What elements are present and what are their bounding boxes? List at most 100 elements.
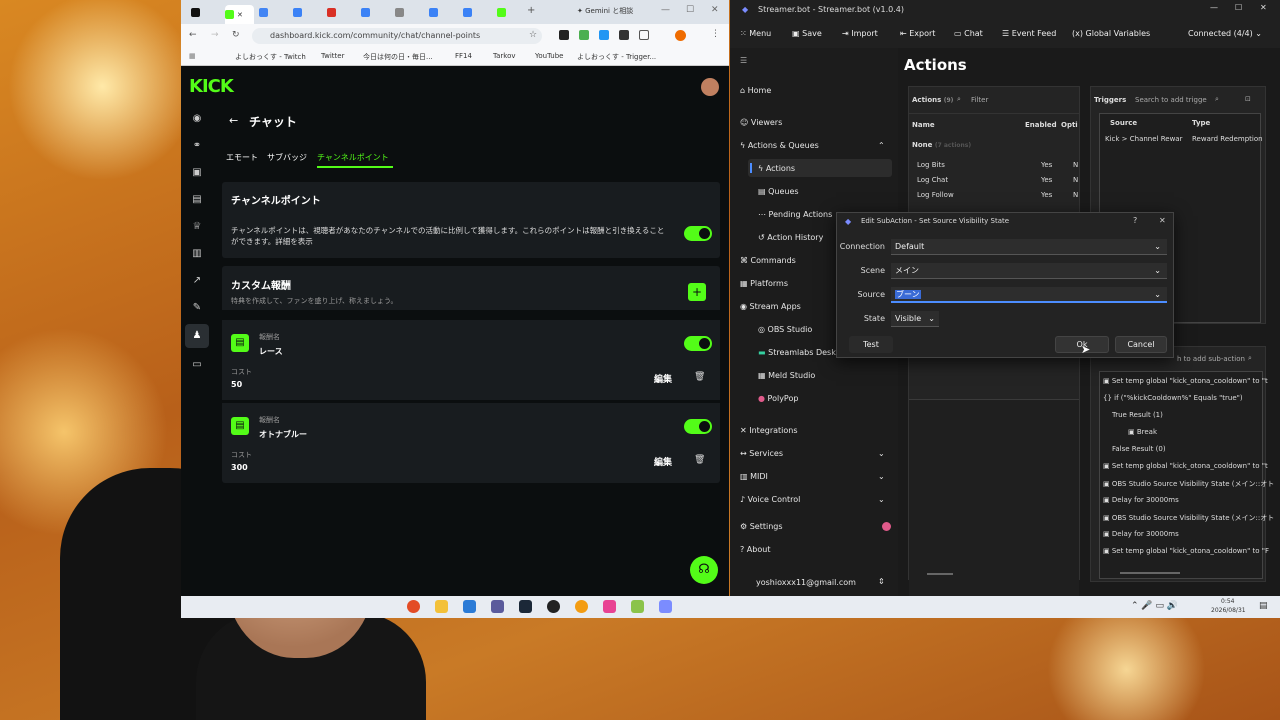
action-name[interactable]: Log Bits [917,161,945,169]
close-icon[interactable]: ✕ [1260,3,1267,12]
bookmark[interactable]: よしおっくす - Twitch [235,52,306,62]
notification-icon[interactable]: ▤ [1259,601,1268,611]
filter-input[interactable]: Filter [971,96,988,104]
maximize-icon[interactable]: ☐ [1235,3,1242,12]
sidebar-item-meld-studio[interactable]: ▦ Meld Studio [758,371,815,380]
sidebar-item-settings[interactable]: ⚙ Settings [740,522,783,531]
sidebar-item-viewers[interactable]: ☺ Viewers [740,118,782,127]
clock-date[interactable]: 2026/08/31 [1211,607,1246,614]
import-button[interactable]: ⇥ Import [842,29,878,38]
clock-time[interactable]: 0:54 [1221,598,1234,605]
col-source[interactable]: Source [1110,119,1137,127]
subaction-item[interactable]: ▣ Delay for 30000ms [1103,530,1179,538]
trophy-icon[interactable]: ♕ [191,221,203,233]
sidebar-item-services[interactable]: ↔ Services [740,449,783,458]
tab[interactable] [327,5,356,19]
connection-select[interactable]: Default ⌄ [891,239,1167,255]
col-options[interactable]: Opti [1061,121,1078,129]
tab-active[interactable]: ✕ [225,5,254,24]
sidebar-item-obs-studio[interactable]: ◎ OBS Studio [758,325,812,334]
subaction-item[interactable]: ▣ Break [1128,428,1157,436]
sidebar-item-midi[interactable]: ▥ MIDI [740,472,768,481]
link-icon[interactable]: ⚭ [191,140,203,152]
chevron-updown-icon[interactable]: ⇕ [878,577,885,586]
state-select[interactable]: Visible ⌄ [891,311,939,327]
subaction-search-input[interactable]: h to add sub-action [1177,355,1245,363]
help-icon[interactable]: ? [1133,216,1137,225]
reward-toggle[interactable] [684,336,712,351]
sidebar-item-streamlabs[interactable]: ▬ Streamlabs Desk [758,348,836,357]
tray-icons[interactable]: ⌃ 🎤 ▭ 🔊 [1131,601,1178,611]
chevron-up-icon[interactable]: ⌃ [878,141,885,150]
app-icon[interactable] [603,600,616,613]
subaction-item[interactable]: ▣ Set temp global "kick_otona_cooldown" … [1103,547,1269,555]
close-icon[interactable]: ✕ [711,5,719,15]
wallet-icon[interactable]: ▭ [191,359,203,371]
app-icon[interactable] [491,600,504,613]
trigger-type[interactable]: Reward Redemption [1192,135,1263,143]
subaction-item[interactable]: {} if ("%kickCooldown%" Equals "true") [1103,394,1243,402]
forward-icon[interactable]: → [211,30,219,40]
channel-points-toggle[interactable] [684,226,712,241]
home-icon[interactable]: ◉ [191,113,203,125]
col-name[interactable]: Name [912,121,935,129]
hamburger-icon[interactable]: ☰ [740,56,747,65]
tab[interactable] [191,5,220,19]
sidebar-item-stream-apps[interactable]: ◉ Stream Apps [740,302,801,311]
sidebar-item-polypop[interactable]: ● PolyPop [758,394,798,403]
chat-button[interactable]: ▭ Chat [954,29,983,38]
help-chat-button[interactable]: ☊ [690,556,718,584]
more-icon[interactable]: ⋮ [711,29,720,39]
subaction-item[interactable]: False Result (0) [1112,445,1166,453]
media-icon[interactable]: ▤ [191,194,203,206]
sidebar-item-integrations[interactable]: ✕ Integrations [740,426,798,435]
subaction-item[interactable]: ▣ Set temp global "kick_otona_cooldown" … [1103,462,1268,470]
trigger-source[interactable]: Kick > Channel Rewar [1105,135,1182,143]
chart-icon[interactable]: ↗ [191,275,203,287]
account-email[interactable]: yoshioxxx11@gmail.com [756,578,856,587]
sidebar-item-home[interactable]: ⌂ Home [740,86,771,95]
scrollbar[interactable] [1120,572,1180,574]
back-icon[interactable]: ← [189,30,197,40]
chrome-icon[interactable] [407,600,420,613]
add-reward-button[interactable]: + [688,283,706,301]
tab[interactable] [429,5,458,19]
trash-icon[interactable]: 🗑 [694,372,705,382]
streamerbot-icon[interactable] [659,600,672,613]
new-tab-button[interactable]: + [527,5,535,16]
subaction-item[interactable]: ▣ Set temp global "kick_otona_cooldown" … [1103,377,1268,385]
bookmark[interactable]: よしおっくす - Trigger... [577,52,656,62]
extension-icon[interactable] [579,30,589,40]
extension-icon[interactable] [619,30,629,40]
vscode-icon[interactable] [463,600,476,613]
profile-icon[interactable] [675,30,686,41]
extension-icon[interactable] [639,30,649,40]
sidebar-item-platforms[interactable]: ▦ Platforms [740,279,788,288]
sidebar-item-about[interactable]: ? About [740,545,770,554]
trash-icon[interactable]: 🗑 [694,455,705,465]
tab[interactable] [395,5,424,19]
folder-icon[interactable] [435,600,448,613]
col-type[interactable]: Type [1192,119,1210,127]
action-name[interactable]: Log Chat [917,176,948,184]
bookmark[interactable]: FF14 [455,52,472,60]
test-button[interactable]: Test [849,336,893,353]
obs-icon[interactable] [547,600,560,613]
cancel-button[interactable]: Cancel [1115,336,1167,353]
app-icon[interactable] [631,600,644,613]
subaction-item[interactable]: ▣ OBS Studio Source Visibility State (メイ… [1103,513,1274,523]
app-icon[interactable] [575,600,588,613]
settings-icon[interactable]: ⊡ [1245,95,1251,103]
sidebar-item-commands[interactable]: ⌘ Commands [740,256,796,265]
tab-gemini[interactable]: ✦ Gemini と相談 [577,6,633,16]
action-name[interactable]: Log Follow [917,191,954,199]
sidebar-item-queues[interactable]: ▤ Queues [758,187,799,196]
maximize-icon[interactable]: ☐ [686,5,694,15]
window-icon[interactable]: ▣ [191,167,203,179]
tools-icon[interactable]: ✎ [191,302,203,314]
reward-toggle[interactable] [684,419,712,434]
scrollbar[interactable] [927,573,953,575]
apps-icon[interactable]: ▦ [189,52,196,60]
subaction-item[interactable]: ▣ OBS Studio Source Visibility State (メイ… [1103,479,1274,489]
chevron-down-icon[interactable]: ⌄ [878,495,885,504]
